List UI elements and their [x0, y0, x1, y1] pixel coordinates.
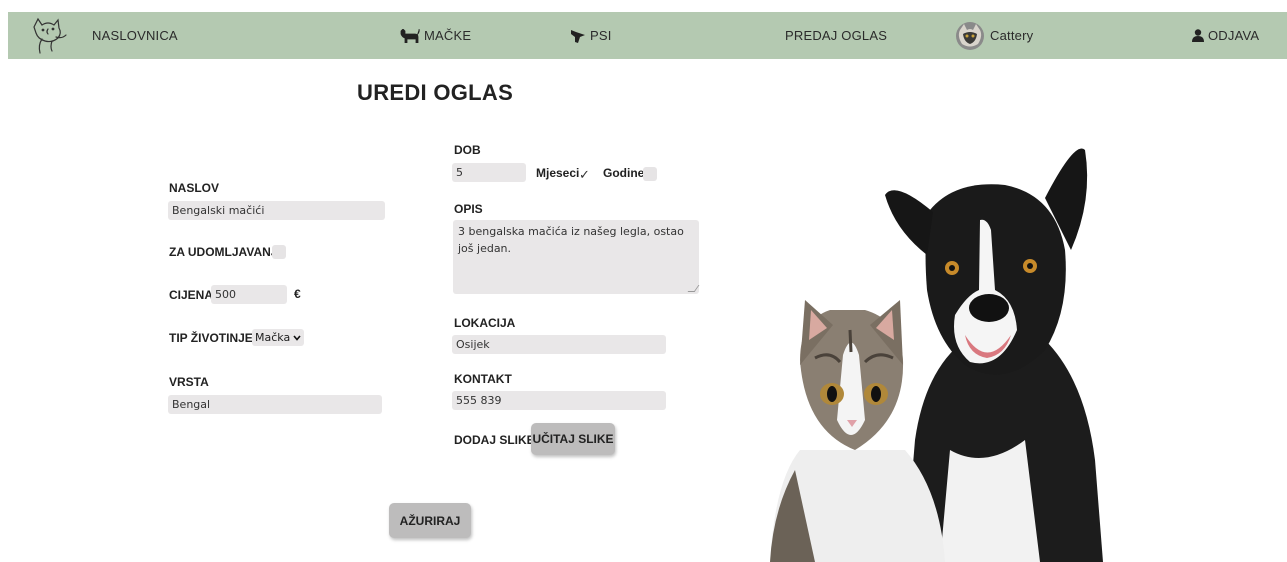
cat-dog-logo-icon[interactable] [28, 15, 72, 62]
dob-input[interactable]: 5 [452, 163, 526, 182]
mjeseci-checkbox[interactable]: ✓ [579, 167, 590, 183]
opis-label: OPIS [454, 202, 483, 216]
godine-checkbox[interactable] [643, 167, 657, 181]
user-icon [1192, 29, 1204, 42]
lokacija-label: LOKACIJA [454, 316, 516, 330]
vrsta-input[interactable]: Bengal [168, 395, 382, 414]
vrsta-label: VRSTA [169, 375, 209, 389]
udomljavanje-checkbox[interactable] [272, 245, 286, 259]
cat-icon [400, 28, 420, 43]
godine-label: Godine [603, 166, 645, 180]
nav-sell-label: PREDAJ OGLAS [785, 28, 888, 43]
kontakt-label: KONTAKT [454, 372, 512, 386]
dob-label: DOB [454, 143, 481, 157]
page-title: UREDI OGLAS [357, 80, 514, 105]
dodaj-slike-label: DODAJ SLIKE [454, 433, 535, 447]
tip-label: TIP ŽIVOTINJE [169, 331, 253, 345]
mjeseci-label: Mjeseci [536, 166, 580, 180]
tip-select-value: Mačka [255, 331, 291, 344]
cijena-label: CIJENA [169, 288, 214, 302]
resize-handle-icon[interactable] [687, 285, 700, 292]
nav-cats-label: MAČKE [424, 28, 472, 43]
currency-symbol: € [294, 287, 301, 301]
kontakt-input[interactable]: 555 839 [452, 391, 666, 410]
cat-and-dog-image [770, 148, 1103, 562]
nav-logout[interactable]: ODJAVA [1192, 12, 1259, 59]
nav-dogs[interactable]: PSI [570, 12, 612, 59]
upload-images-button[interactable]: UČITAJ SLIKE [531, 423, 615, 455]
nav-dogs-label: PSI [590, 28, 612, 43]
naslov-input[interactable]: Bengalski mačići [168, 201, 385, 220]
nav-cattery[interactable]: Cattery [956, 12, 1033, 59]
lokacija-input[interactable]: Osijek [452, 335, 666, 354]
udomljavanje-label: ZA UDOMLJAVANJE [169, 245, 286, 259]
opis-textarea[interactable]: 3 bengalska mačića iz našeg legla, ostao… [453, 220, 700, 294]
nav-home[interactable]: NASLOVNICA [92, 12, 178, 59]
cijena-input[interactable]: 500 [211, 285, 287, 304]
opis-text: 3 bengalska mačića iz našeg legla, ostao… [458, 225, 684, 255]
navbar: NASLOVNICA MAČKE PSI PREDAJ OGLAS Catter… [8, 12, 1287, 59]
nav-cattery-label: Cattery [990, 28, 1034, 43]
naslov-label: NASLOV [169, 181, 220, 195]
chevron-down-icon [293, 331, 301, 344]
nav-home-label: NASLOVNICA [92, 28, 178, 43]
tip-select[interactable]: Mačka [252, 329, 305, 346]
cattery-avatar-icon [956, 21, 984, 50]
nav-logout-label: ODJAVA [1208, 28, 1260, 43]
nav-cats[interactable]: MAČKE [400, 12, 471, 59]
dog-icon [570, 29, 586, 43]
nav-sell[interactable]: PREDAJ OGLAS [785, 12, 887, 59]
update-button[interactable]: AŽURIRAJ [389, 503, 471, 538]
